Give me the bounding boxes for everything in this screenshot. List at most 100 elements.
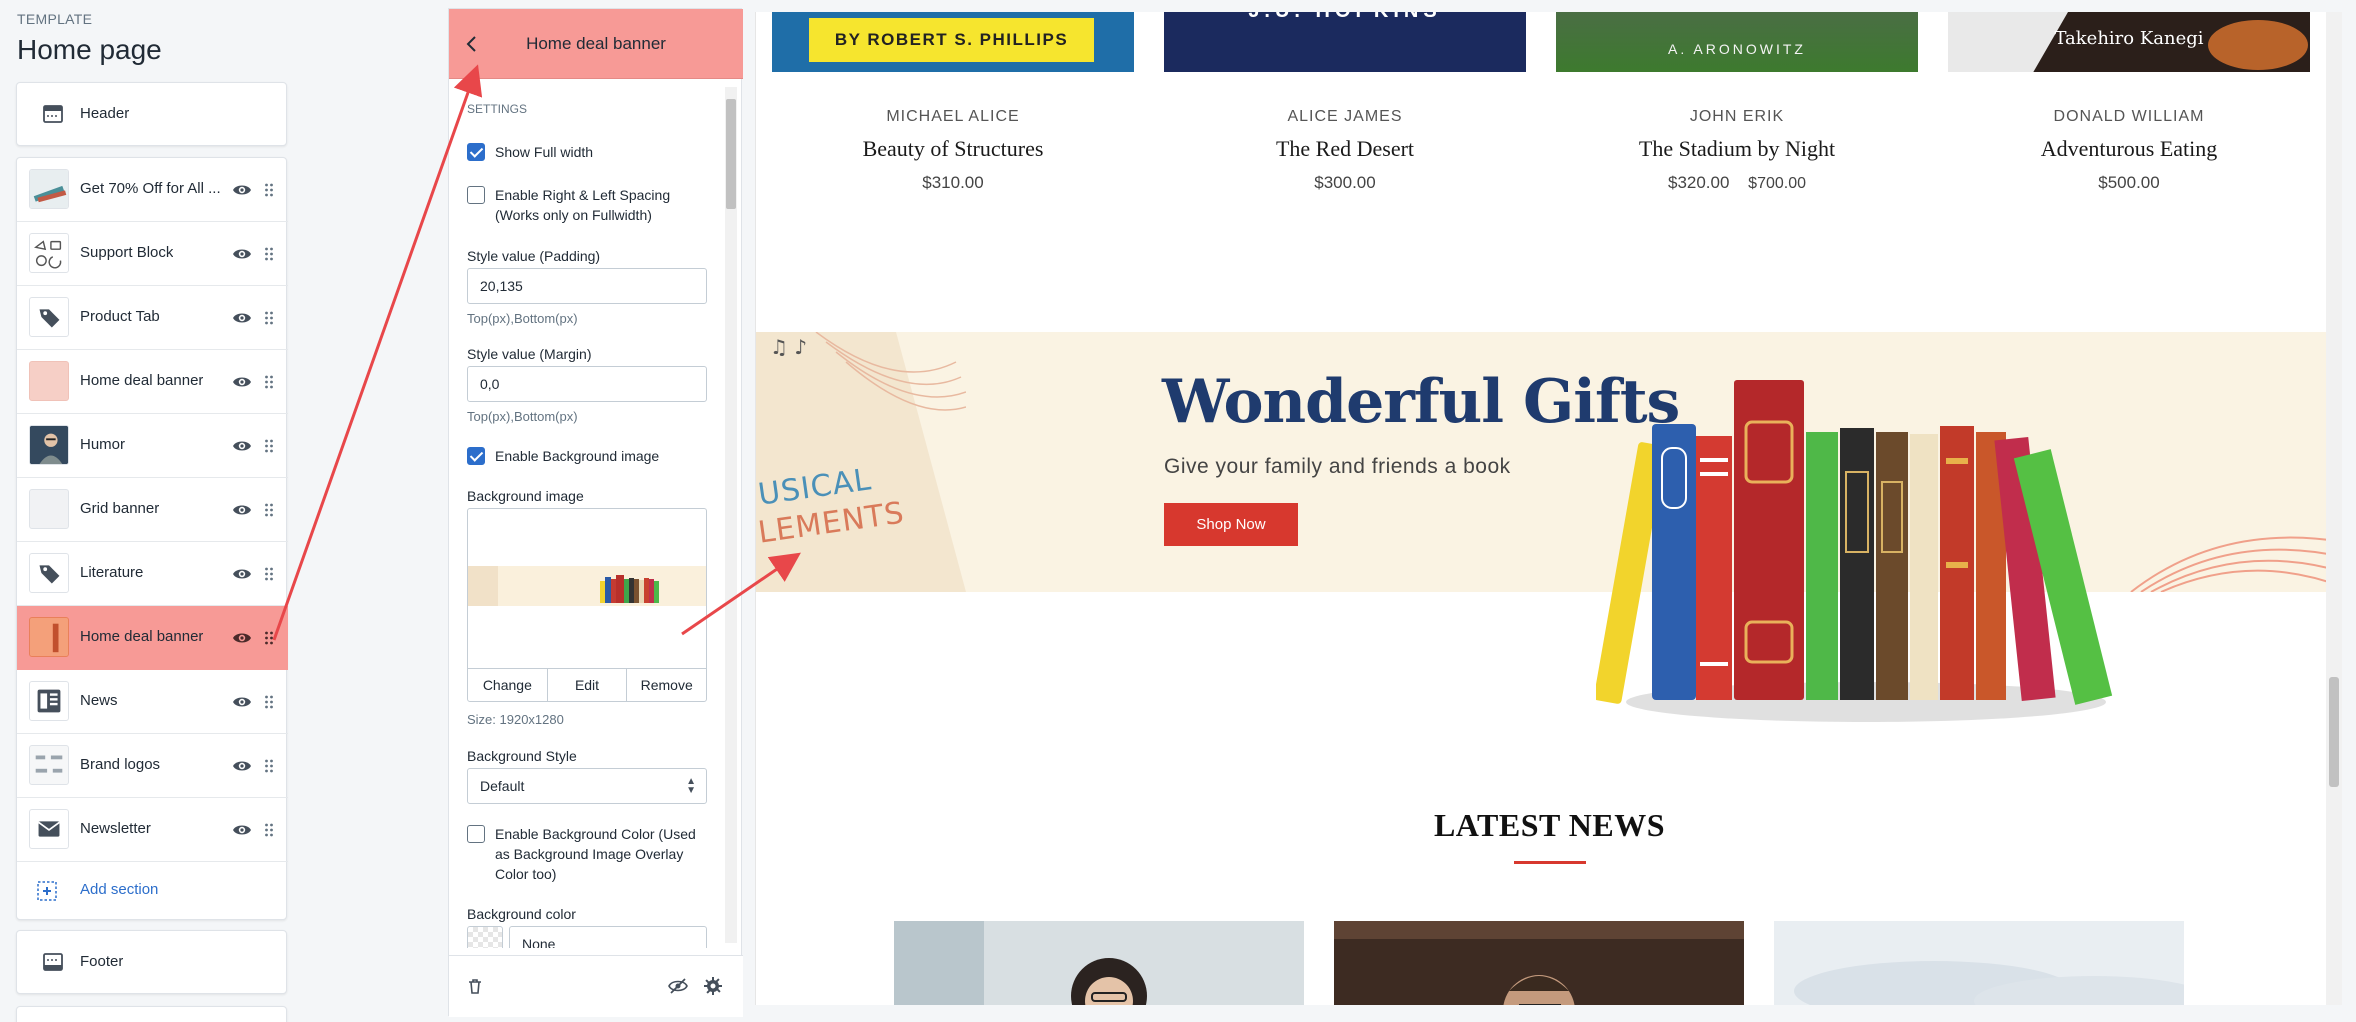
orange-banner-thumb-icon [29,617,69,657]
product-4-price: $500.00 [2098,173,2160,192]
latest-news-heading: LATEST NEWS [1433,807,1666,843]
drag-handle-icon[interactable] [263,819,275,841]
arrow-to-panel-header [272,64,483,641]
section-item-newsletter[interactable]: Newsletter [17,798,288,862]
bg-image-actions: Change Edit Remove [467,668,707,702]
product-3-title[interactable]: The Stadium by Night [1556,136,1918,162]
section-item-product-tab[interactable]: Product Tab [17,286,288,350]
tag-icon [29,297,69,337]
news-card-3-image[interactable] [1774,921,2184,1005]
bg-color-swatch[interactable] [467,926,503,948]
add-section-icon [35,879,59,903]
logos-thumb-icon [29,745,69,785]
bg-style-select[interactable]: Default ▲ ▼ [467,768,707,804]
product-3-price: $320.00 [1667,173,1730,192]
eye-icon[interactable] [232,500,252,520]
mail-icon [29,809,69,849]
product-cover-1[interactable]: BY ROBERT S. PHILLIPS [772,12,1134,72]
enable-spacing-checkbox[interactable] [467,186,485,204]
product-2-price: $300.00 [1314,173,1376,192]
section-item-grid-banner[interactable]: Grid banner [17,478,288,542]
eye-icon[interactable] [232,564,252,584]
eye-icon[interactable] [232,244,252,264]
trash-icon[interactable] [465,976,485,996]
show-full-width-label: Show Full width [495,144,594,160]
edit-image-button[interactable]: Edit [548,669,628,701]
books-thumb-icon [29,169,69,209]
enable-bg-image-checkbox[interactable] [467,447,485,465]
settings-caption: SETTINGS [467,102,528,116]
eye-icon[interactable] [232,628,252,648]
show-full-width-checkbox[interactable] [467,143,485,161]
drag-handle-icon[interactable] [263,179,275,201]
section-item-home-deal-banner-selected[interactable]: Home deal banner [17,606,288,670]
padding-label: Style value (Padding) [467,248,601,264]
add-section-button[interactable]: Add section [17,862,288,920]
drag-handle-icon[interactable] [263,307,275,329]
section-label: Get 70% Off for All ... [80,180,221,197]
preview-scrollbar-thumb[interactable] [2329,677,2339,787]
section-sidebar: TEMPLATE Home page Header Get 70% Off fo… [0,0,300,1022]
section-label: Product Tab [80,308,160,325]
panel-scrollbar-thumb[interactable] [726,99,736,209]
product-2-title[interactable]: The Red Desert [1164,136,1526,162]
margin-label: Style value (Margin) [467,346,592,362]
change-image-button[interactable]: Change [468,669,548,701]
section-label: Literature [80,564,144,581]
product-2-author: ALICE JAMES [1287,108,1403,125]
eye-icon[interactable] [232,372,252,392]
section-item-literature[interactable]: Literature [17,542,288,606]
remove-image-button[interactable]: Remove [627,669,706,701]
header-section-card[interactable]: Header [16,82,287,146]
eye-icon[interactable] [232,436,252,456]
product-4-title[interactable]: Adventurous Eating [1948,136,2310,162]
shop-now-button[interactable]: Shop Now [1164,503,1298,546]
eye-icon[interactable] [232,692,252,712]
theme-settings-card[interactable] [16,1006,287,1022]
padding-input[interactable] [467,268,707,304]
header-layout-icon [41,102,65,126]
enable-spacing-label: Enable Right & Left Spacing [495,187,671,203]
gear-icon[interactable] [703,976,723,996]
eye-icon[interactable] [232,180,252,200]
product-1-title[interactable]: Beauty of Structures [772,136,1134,162]
preview-scrollbar[interactable] [2326,12,2342,1005]
section-item-news[interactable]: News [17,670,288,734]
product-cover-2[interactable]: J.U. HOPKINS [1164,12,1526,72]
product-cover-4[interactable]: Takehiro Kanegi [1948,12,2310,72]
section-item-brand-logos[interactable]: Brand logos [17,734,288,798]
drag-handle-icon[interactable] [263,499,275,521]
cover-2-text: J.U. HOPKINS [1164,12,1526,23]
section-item-humor[interactable]: Humor [17,414,288,478]
news-card-1-image[interactable] [894,921,1304,1005]
section-label: Brand logos [80,756,161,773]
drag-handle-icon[interactable] [263,435,275,457]
panel-scrollbar[interactable] [725,87,737,943]
section-item-support-block[interactable]: Support Block [17,222,288,286]
product-3-price-row: $320.00 $700.00 [1556,173,1918,193]
drag-handle-icon[interactable] [263,371,275,393]
drag-handle-icon[interactable] [263,627,275,649]
section-label: Grid banner [80,500,160,517]
drag-handle-icon[interactable] [263,563,275,585]
eye-icon[interactable] [232,756,252,776]
footer-section-card[interactable]: Footer [16,930,287,994]
section-item-home-deal-banner[interactable]: Home deal banner [17,350,288,414]
eye-icon[interactable] [232,820,252,840]
bg-image-label: Background image [467,488,584,504]
section-item-get-70-off[interactable]: Get 70% Off for All ... [17,158,288,222]
news-card-2-image[interactable] [1334,921,1744,1005]
drag-handle-icon[interactable] [263,755,275,777]
product-3-author: JOHN ERIK [1689,108,1785,125]
padding-hint: Top(px),Bottom(px) [467,311,578,326]
pink-banner-thumb-icon [29,361,69,401]
bg-style-value: Default [480,778,525,794]
hide-eye-icon[interactable] [667,976,689,996]
enable-bg-color-checkbox[interactable] [467,825,485,843]
margin-input[interactable] [467,366,707,402]
eye-icon[interactable] [232,308,252,328]
product-cover-3[interactable]: A. ARONOWITZ [1556,12,1918,72]
bg-color-input[interactable] [509,926,707,948]
drag-handle-icon[interactable] [263,691,275,713]
drag-handle-icon[interactable] [263,243,275,265]
